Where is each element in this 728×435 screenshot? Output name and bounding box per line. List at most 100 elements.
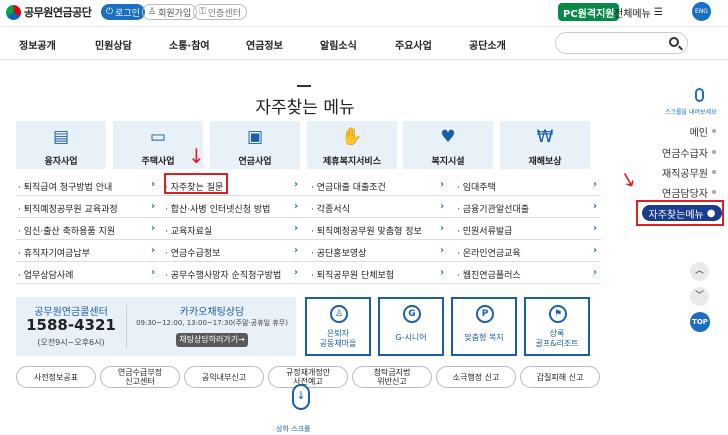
list-item[interactable]: 임신·출산 축하용품 지원 — [18, 224, 115, 237]
pc-remote-button[interactable]: PC원격지원 — [558, 3, 620, 21]
list-item[interactable]: 합산·사병 인터넷신청 방법 — [165, 202, 271, 215]
page-title: 자주찾는 메뉴 — [255, 98, 355, 118]
side-scroll-hint: 스크롤을 내려보세요 — [665, 109, 717, 116]
won-icon: ₩ — [536, 127, 554, 147]
service-g-senior[interactable]: G G-시니어 — [378, 297, 444, 356]
logo-text: 공무원연금공단 — [24, 6, 92, 19]
heart-hand-icon: ♥ — [440, 127, 456, 147]
chevron-right-icon: › — [440, 267, 445, 278]
top-button[interactable]: TOP — [690, 312, 710, 332]
list-item[interactable]: 교육자료실 — [165, 224, 212, 237]
side-item-main[interactable]: 메인 — [690, 124, 708, 139]
divider — [126, 305, 127, 349]
chevron-right-icon: › — [593, 267, 598, 278]
scroll-down-button[interactable]: ﹀ — [690, 287, 709, 306]
list-item[interactable]: 퇴직공무원 단체보험 — [311, 268, 394, 281]
join-button[interactable]: ♙ 회원가입 — [142, 4, 198, 20]
nav-info-disclosure[interactable]: 정보공개 — [19, 37, 56, 52]
nav-participation[interactable]: 소통·참여 — [169, 37, 210, 52]
report-power-abuse[interactable]: 갑질피해 신고 — [520, 366, 600, 388]
list-item[interactable]: 퇴직급여 청구방법 안내 — [18, 180, 113, 193]
report-public-interest[interactable]: 공익내부신고 — [184, 366, 264, 388]
chevron-right-icon: › — [593, 223, 598, 234]
nav-pension-info[interactable]: 연금정보 — [246, 37, 283, 52]
side-item-faq-menu[interactable]: 자주찾는메뉴 ● — [642, 205, 722, 221]
report-info-disclosure[interactable]: 사전정보공표 — [16, 366, 96, 388]
list-item[interactable]: 온라인연금교육 — [457, 246, 521, 259]
chevron-right-icon: › — [294, 223, 299, 234]
chevron-right-icon: › — [440, 223, 445, 234]
red-arrow-icon: ↓ — [188, 144, 205, 168]
power-icon: ⏻ — [106, 7, 114, 17]
lock-icon: ⚿ — [199, 7, 206, 17]
highlight-box-faq — [164, 173, 228, 194]
chevron-right-icon: › — [151, 179, 156, 190]
list-item[interactable]: 퇴직예정공무원 맞춤형 정보 — [311, 224, 422, 237]
chevron-right-icon: › — [440, 179, 445, 190]
nav-about[interactable]: 공단소개 — [469, 37, 506, 52]
table-row: 퇴직예정공무원 교육과정 › 합산·사병 인터넷신청 방법 › 각종서식 › 금융기관… — [16, 198, 601, 218]
g-logo-icon: G — [403, 305, 421, 323]
service-custom-welfare[interactable]: P 맞춤형 복지 — [451, 297, 517, 356]
table-row: 퇴직급여 청구방법 안내› 자주찾는 질문› 연금대출 대출조건› 임대주택› — [16, 176, 601, 196]
kakao-title: 카카오채팅상담 — [179, 307, 245, 318]
nav-main-business[interactable]: 주요사업 — [395, 37, 432, 52]
handshake-icon: ✋ — [341, 127, 363, 147]
chevron-right-icon: › — [593, 201, 598, 212]
scroll-up-button[interactable]: ︿ — [690, 262, 709, 281]
golf-flag-icon: ⚑ — [549, 305, 567, 323]
list-item[interactable]: 공단홍보영상 — [311, 246, 367, 259]
scroll-down-icon[interactable]: ↓ — [292, 384, 310, 410]
side-dot — [712, 150, 716, 154]
list-item[interactable]: 업무상담사례 — [18, 268, 74, 281]
service-golf-resort[interactable]: ⚑ 상록 골프&리조트 — [524, 297, 590, 356]
cert-center-button[interactable]: ⚿ 인증센터 — [193, 4, 247, 20]
title-bar — [297, 85, 311, 87]
main-nav: 정보공개 민원상담 소통·참여 연금정보 알림소식 주요사업 공단소개 — [0, 26, 728, 60]
category-pension[interactable]: ▣ 연금사업 — [210, 121, 300, 169]
list-item[interactable]: 민원서류발급 — [457, 224, 513, 237]
pin-icon: ♙ — [330, 305, 348, 323]
chevron-right-icon: › — [440, 245, 445, 256]
kakao-chat-button[interactable]: 채팅상담하러가기→ — [176, 333, 248, 347]
category-loan[interactable]: ▤ 융자사업 — [16, 121, 106, 169]
login-button[interactable]: ⏻ 로그인 — [101, 4, 145, 20]
report-passive-admin[interactable]: 소극행정 신고 — [436, 366, 516, 388]
category-welfare-facility[interactable]: ♥ 복지시설 — [403, 121, 493, 169]
top-bar: 공무원연금공단 ⏻ 로그인 ♙ 회원가입 ⚿ 인증센터 PC원격지원 전체메뉴 … — [0, 0, 728, 24]
list-item[interactable]: 연금수급정보 — [165, 246, 221, 259]
call-center-number[interactable]: 1588-4321 — [16, 316, 126, 334]
report-rule-preview[interactable]: 규정재개정안 사전예고 — [268, 366, 348, 388]
list-item[interactable]: 휴직자기여금납부 — [18, 246, 90, 259]
list-item[interactable]: 공무수행사망자 순직청구방법 — [165, 268, 282, 281]
eng-button[interactable]: ENG — [692, 2, 711, 21]
list-item[interactable]: 웹진연금플러스 — [457, 268, 521, 281]
kakao-hours: 09:30~12:00, 13:00~17:30(주말·공휴일 휴무) — [136, 319, 288, 327]
chevron-right-icon: › — [151, 201, 156, 212]
list-item[interactable]: 금융기관알선대출 — [457, 202, 529, 215]
nav-news[interactable]: 알림소식 — [320, 37, 357, 52]
side-item-pensioner[interactable]: 연금수급자 — [662, 145, 708, 160]
list-item[interactable]: 퇴직예정공무원 교육과정 — [18, 202, 118, 215]
nav-civil-consult[interactable]: 민원상담 — [95, 37, 132, 52]
logo[interactable]: 공무원연금공단 — [6, 4, 92, 20]
side-item-employee[interactable]: 재직공무원 — [662, 165, 708, 180]
chevron-right-icon: › — [151, 267, 156, 278]
chevron-right-icon: › — [593, 245, 598, 256]
search-input[interactable] — [555, 32, 688, 54]
report-pension-fraud[interactable]: 연금수급부정 신고센터 — [100, 366, 180, 388]
side-item-manager[interactable]: 연금담당자 — [662, 185, 708, 200]
scroll-hint: 상하 스크롤 — [276, 425, 311, 433]
report-anti-graft[interactable]: 청탁금지법 위반신고 — [352, 366, 432, 388]
active-dot-icon: ● — [706, 207, 716, 219]
list-item[interactable]: 연금대출 대출조건 — [311, 180, 386, 193]
category-partner-welfare[interactable]: ✋ 제휴복지서비스 — [307, 121, 397, 169]
service-retiree-village[interactable]: ♙ 은퇴자 공동체마을 — [305, 297, 371, 356]
all-menu-button[interactable]: 전체메뉴 ☰ — [614, 5, 663, 20]
category-disaster-comp[interactable]: ₩ 재해보상 — [500, 121, 590, 169]
list-item[interactable]: 각종서식 — [311, 202, 350, 215]
list-item[interactable]: 임대주택 — [457, 180, 496, 193]
chevron-right-icon: › — [294, 179, 299, 190]
search-icon[interactable] — [669, 37, 679, 47]
housing-icon: ▭ — [149, 127, 167, 147]
